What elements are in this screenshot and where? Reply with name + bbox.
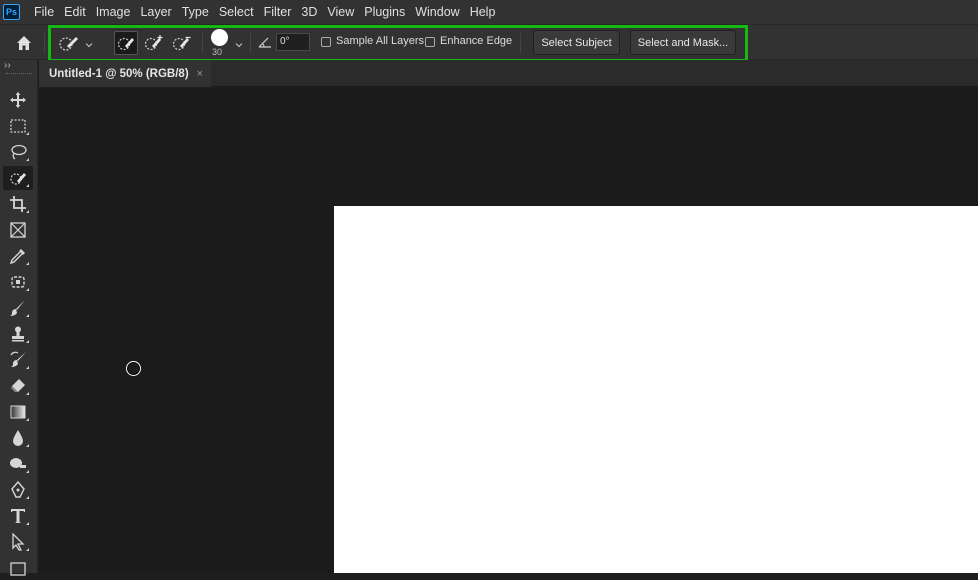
brush-cursor-icon <box>126 361 141 376</box>
menu-type[interactable]: Type <box>182 5 209 19</box>
menu-file[interactable]: File <box>34 5 54 19</box>
dodge-tool-button[interactable] <box>3 452 33 476</box>
document-tab[interactable]: Untitled-1 @ 50% (RGB/8) × <box>39 60 211 87</box>
spot-healing-tool-button[interactable] <box>3 270 33 294</box>
document-tab-title: Untitled-1 @ 50% (RGB/8) <box>49 67 189 80</box>
menu-window[interactable]: Window <box>415 5 459 19</box>
menu-filter[interactable]: Filter <box>264 5 292 19</box>
menu-edit[interactable]: Edit <box>64 5 86 19</box>
frame-tool-button[interactable] <box>3 218 33 242</box>
clone-stamp-tool-button[interactable] <box>3 322 33 346</box>
marquee-tool-button[interactable] <box>3 114 33 138</box>
close-tab-icon[interactable]: × <box>197 68 203 80</box>
photoshop-logo-icon: Ps <box>3 4 20 20</box>
eyedropper-tool-button[interactable] <box>3 244 33 268</box>
blur-tool-button[interactable] <box>3 426 33 450</box>
menu-select[interactable]: Select <box>219 5 254 19</box>
menu-view[interactable]: View <box>327 5 354 19</box>
gradient-tool-button[interactable] <box>3 400 33 424</box>
history-brush-tool-button[interactable] <box>3 348 33 372</box>
tools-panel: ›› <box>0 60 38 576</box>
eyedropper-icon <box>9 249 25 265</box>
type-icon <box>11 509 25 523</box>
home-icon <box>17 36 31 50</box>
brush-tool-button[interactable] <box>3 296 33 320</box>
options-bar: 30 0° Sample All Layers Enhance Edge Sel… <box>0 24 978 62</box>
move-icon <box>10 92 26 108</box>
menu-bar: Ps File Edit Image Layer Type Select Fil… <box>0 0 978 24</box>
path-selection-tool-button[interactable] <box>3 530 33 554</box>
history-brush-icon <box>10 351 26 367</box>
path-selection-arrow-icon <box>12 533 25 551</box>
rectangle-tool-button[interactable] <box>3 556 33 580</box>
quick-selection-icon <box>10 173 26 185</box>
menu-plugins[interactable]: Plugins <box>364 5 405 19</box>
home-button[interactable] <box>14 33 34 53</box>
rectangular-marquee-icon <box>10 119 26 133</box>
healing-brush-icon <box>11 276 25 288</box>
panel-grip[interactable] <box>6 73 32 76</box>
move-tool-button[interactable] <box>3 88 33 112</box>
stamp-icon <box>12 326 24 342</box>
rectangle-shape-icon <box>10 562 26 576</box>
separator <box>44 33 45 53</box>
lasso-tool-button[interactable] <box>3 140 33 164</box>
menu-image[interactable]: Image <box>96 5 131 19</box>
document-canvas[interactable] <box>334 206 978 573</box>
brush-icon <box>10 300 25 316</box>
menu-layer[interactable]: Layer <box>140 5 171 19</box>
pen-tool-button[interactable] <box>3 478 33 502</box>
eraser-icon <box>11 379 25 392</box>
lasso-icon <box>11 144 27 160</box>
crop-icon <box>10 196 26 212</box>
options-bar-highlight-box <box>48 25 748 62</box>
crop-tool-button[interactable] <box>3 192 33 216</box>
menu-help[interactable]: Help <box>470 5 496 19</box>
eraser-tool-button[interactable] <box>3 374 33 398</box>
dodge-icon <box>10 458 26 468</box>
type-tool-button[interactable] <box>3 504 33 528</box>
collapse-panel-icon[interactable]: ›› <box>4 60 11 71</box>
frame-icon <box>10 222 26 238</box>
menu-3d[interactable]: 3D <box>301 5 317 19</box>
pen-icon <box>11 481 25 498</box>
blur-drop-icon <box>13 430 23 446</box>
quick-selection-tool-button[interactable] <box>3 166 33 190</box>
document-tab-bar: Untitled-1 @ 50% (RGB/8) × <box>39 60 978 87</box>
gradient-icon <box>10 405 26 419</box>
